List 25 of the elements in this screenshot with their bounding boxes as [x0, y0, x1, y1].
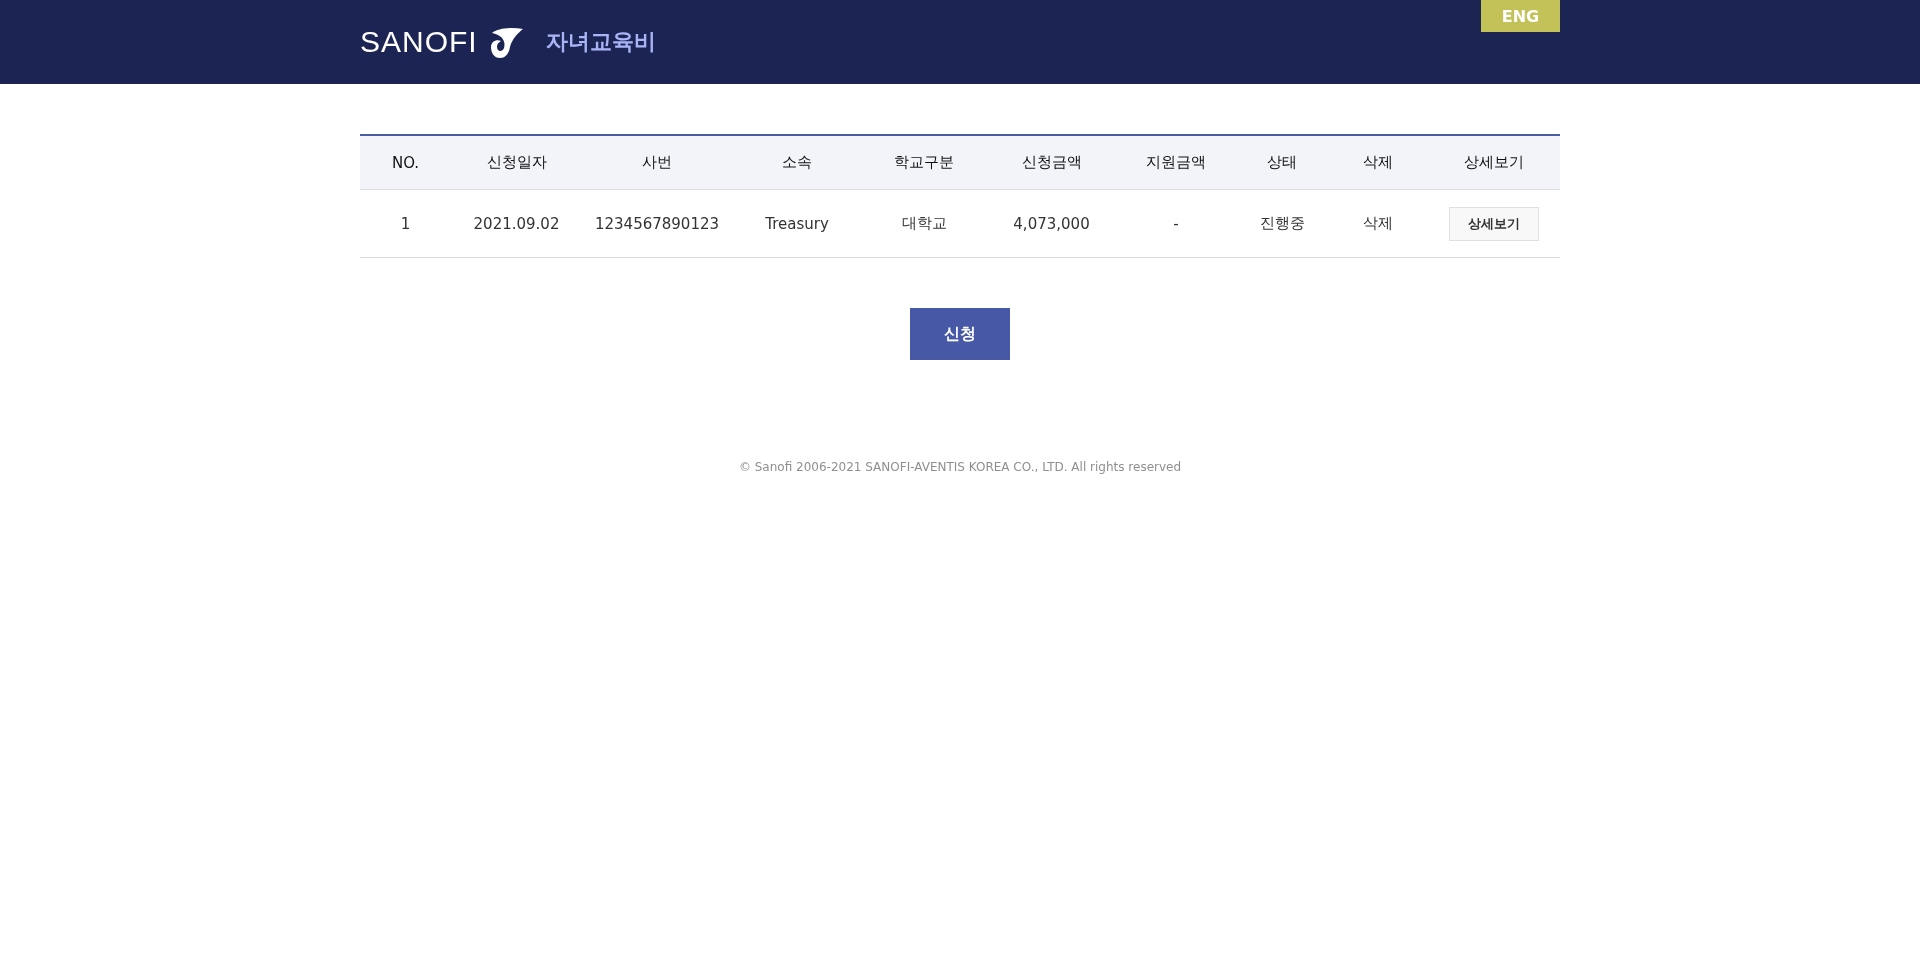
- table-cell: 4,073,000: [1013, 214, 1090, 233]
- table-cell: 삭제: [1363, 214, 1393, 232]
- table-cell: 진행중: [1259, 214, 1305, 232]
- column-header: 학교구분: [894, 153, 954, 171]
- detail-button[interactable]: 상세보기: [1448, 206, 1539, 241]
- table-cell: 1234567890123: [594, 214, 720, 233]
- site-title: 자녀교육비: [545, 28, 656, 56]
- column-header: 삭제: [1363, 153, 1393, 171]
- swirl-logo-icon: [489, 25, 524, 59]
- column-header: 소속: [782, 153, 812, 171]
- column-header: 사번: [642, 153, 672, 171]
- table-cell: 1: [400, 214, 411, 233]
- column-header: 상태: [1267, 153, 1297, 171]
- table-cell: 2021.09.02: [473, 214, 560, 233]
- column-header: NO.: [391, 153, 420, 172]
- table-cell: 대학교: [901, 214, 947, 232]
- column-header: 신청일자: [486, 153, 547, 171]
- column-header: 신청금액: [1021, 153, 1082, 171]
- copyright-text: © Sanofi 2006-2021 SANOFI-AVENTIS KOREA CO., LTD. All rights reserved: [737, 460, 1183, 474]
- column-header: 상세보기: [1463, 153, 1524, 171]
- logo-text: SANOFI: [360, 25, 478, 59]
- apply-button[interactable]: 신청: [910, 308, 1010, 360]
- column-header: 지원금액: [1146, 153, 1206, 171]
- table-cell: -: [1173, 214, 1179, 233]
- table-cell: Treasury: [765, 214, 829, 233]
